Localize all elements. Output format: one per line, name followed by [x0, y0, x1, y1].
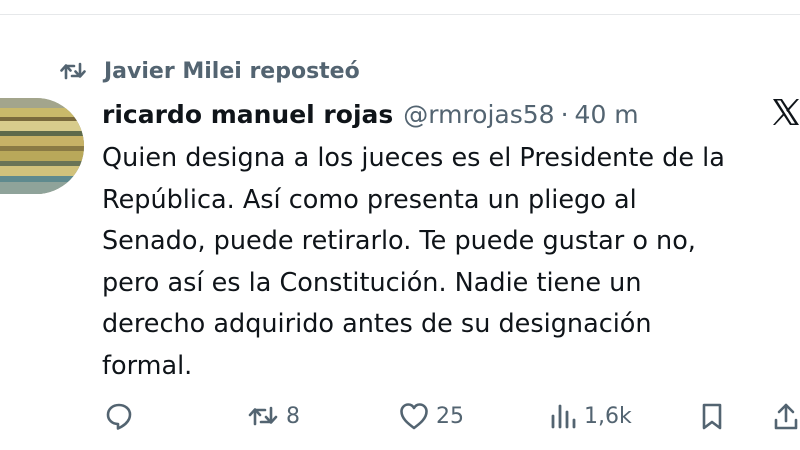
tweet-header: ricardo manuel rojas @rmrojas58 · 40 m — [102, 96, 639, 132]
tweet-actions: 8 25 1,6k — [0, 396, 800, 436]
x-logo-icon — [770, 96, 800, 128]
like-button[interactable]: 25 — [398, 396, 464, 436]
author-handle[interactable]: @rmrojas58 — [403, 100, 554, 129]
views-button[interactable]: 1,6k — [548, 396, 632, 436]
share-button[interactable] — [772, 396, 800, 436]
bookmark-icon — [698, 401, 726, 431]
repost-label: Javier Milei reposteó — [104, 58, 360, 84]
views-count: 1,6k — [584, 403, 632, 429]
like-count: 25 — [436, 403, 464, 429]
top-divider — [0, 14, 800, 15]
repost-button[interactable]: 8 — [246, 396, 300, 436]
header-separator: · — [560, 99, 569, 129]
timestamp[interactable]: 40 m — [575, 100, 639, 129]
social-context[interactable]: Javier Milei reposteó — [58, 56, 360, 86]
repost-icon — [246, 403, 280, 429]
repost-count: 8 — [286, 403, 300, 429]
repost-icon — [58, 59, 92, 83]
bookmark-button[interactable] — [698, 396, 726, 436]
avatar[interactable] — [0, 98, 84, 194]
tweet-text: Quien designa a los jueces es el Preside… — [102, 143, 725, 381]
share-icon — [772, 401, 800, 431]
reply-button[interactable] — [104, 396, 134, 436]
heart-icon — [398, 401, 430, 431]
reply-icon — [104, 401, 134, 431]
views-icon — [548, 401, 578, 431]
author-name[interactable]: ricardo manuel rojas — [102, 100, 393, 129]
